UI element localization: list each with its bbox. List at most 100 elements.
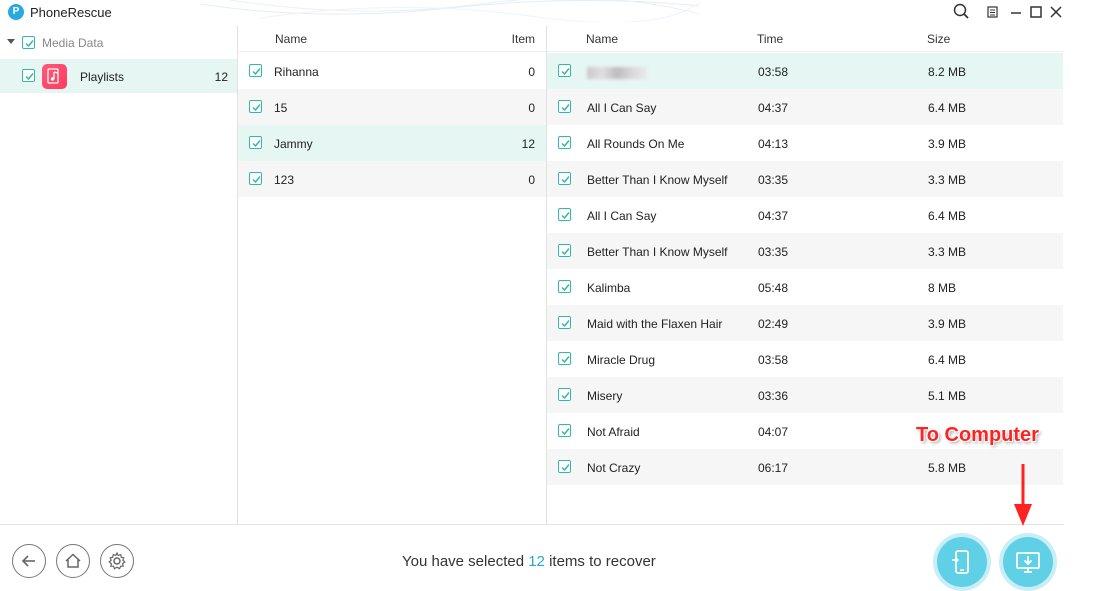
back-button[interactable] xyxy=(12,544,46,578)
song-size: 3.3 MB xyxy=(928,173,967,187)
table-row[interactable]: Kalimba 05:48 8 MB xyxy=(547,269,1063,305)
list-item[interactable]: 123 0 xyxy=(238,161,546,197)
table-row[interactable]: 03:58 8.2 MB xyxy=(547,53,1063,89)
tree-item-media-data[interactable]: Media Data xyxy=(0,26,237,60)
gear-icon xyxy=(108,551,126,570)
song-name: Misery xyxy=(587,389,623,403)
song-time: 05:48 xyxy=(758,281,789,295)
song-time: 03:35 xyxy=(758,173,789,187)
column-header-size[interactable]: Size xyxy=(927,32,950,46)
playlist-name: 15 xyxy=(274,101,288,115)
column-header-time[interactable]: Time xyxy=(757,32,783,46)
row-checkbox[interactable] xyxy=(558,352,571,365)
recover-to-computer-button[interactable] xyxy=(1003,537,1053,587)
song-size: 3.3 MB xyxy=(928,245,967,259)
to-computer-annotation: To Computer xyxy=(916,424,1039,446)
song-time: 06:17 xyxy=(758,461,789,475)
arrow-left-icon xyxy=(21,555,35,567)
song-name xyxy=(587,65,647,79)
song-name: Not Crazy xyxy=(587,461,641,475)
home-button[interactable] xyxy=(56,544,90,578)
table-row[interactable]: Better Than I Know Myself 03:35 3.3 MB xyxy=(547,161,1063,197)
song-time: 03:36 xyxy=(758,389,789,403)
playlists-header: Name Item xyxy=(238,26,546,52)
list-item[interactable]: Rihanna 0 xyxy=(238,53,546,89)
song-time: 03:58 xyxy=(758,65,789,79)
row-checkbox[interactable] xyxy=(558,100,571,113)
list-item[interactable]: 15 0 xyxy=(238,89,546,125)
selection-status: You have selected 12 items to recover xyxy=(402,553,656,570)
list-item[interactable]: Jammy 12 xyxy=(238,125,546,161)
table-row[interactable]: Misery 03:36 5.1 MB xyxy=(547,377,1063,413)
song-time: 02:49 xyxy=(758,317,789,331)
songs-header: Name Time Size xyxy=(547,26,1064,52)
song-name: Better Than I Know Myself xyxy=(587,245,728,259)
playlists-checkbox[interactable] xyxy=(22,69,35,82)
sidebar-item-count: 12 xyxy=(214,70,228,84)
row-checkbox[interactable] xyxy=(558,244,571,257)
song-time: 04:07 xyxy=(758,425,789,439)
row-checkbox[interactable] xyxy=(558,280,571,293)
song-size: 5.1 MB xyxy=(928,389,967,403)
table-row[interactable]: Better Than I Know Myself 03:35 3.3 MB xyxy=(547,233,1063,269)
playlist-item-count: 0 xyxy=(528,101,535,115)
table-row[interactable]: All I Can Say 04:37 6.4 MB xyxy=(547,197,1063,233)
close-icon[interactable] xyxy=(1047,2,1067,22)
tree-item-label: Media Data xyxy=(42,36,104,50)
song-name: Better Than I Know Myself xyxy=(587,173,728,187)
song-size: 8 MB xyxy=(928,281,957,295)
column-header-name[interactable]: Name xyxy=(586,32,618,46)
title-bar: P PhoneRescue xyxy=(0,0,1064,26)
blurred-song-name xyxy=(587,66,647,79)
media-data-checkbox[interactable] xyxy=(22,36,35,49)
status-count: 12 xyxy=(528,553,545,570)
search-icon[interactable] xyxy=(952,2,972,22)
caret-down-icon[interactable] xyxy=(7,39,15,44)
row-checkbox[interactable] xyxy=(558,388,571,401)
recover-to-device-button[interactable] xyxy=(937,537,987,587)
song-time: 04:37 xyxy=(758,101,789,115)
songs-panel: Name Time Size 03:58 8.2 MB All I Can Sa… xyxy=(547,26,1064,524)
menu-icon[interactable] xyxy=(985,2,1005,22)
song-size: 3.9 MB xyxy=(928,137,967,151)
sidebar-item-playlists[interactable]: Playlists 12 xyxy=(0,59,237,93)
row-checkbox[interactable] xyxy=(558,316,571,329)
annotation-arrow-icon xyxy=(1014,464,1032,526)
song-size: 6.4 MB xyxy=(928,209,967,223)
song-size: 5.8 MB xyxy=(928,461,967,475)
song-time: 04:13 xyxy=(758,137,789,151)
settings-button[interactable] xyxy=(100,544,134,578)
song-name: All Rounds On Me xyxy=(587,137,685,151)
row-checkbox[interactable] xyxy=(558,172,571,185)
phone-transfer-icon xyxy=(952,550,969,574)
table-row[interactable]: Not Crazy 06:17 5.8 MB xyxy=(547,449,1063,485)
row-checkbox[interactable] xyxy=(558,136,571,149)
song-size: 6.4 MB xyxy=(928,353,967,367)
song-name: Maid with the Flaxen Hair xyxy=(587,317,723,331)
download-to-computer-icon xyxy=(1016,552,1040,573)
table-row[interactable]: All I Can Say 04:37 6.4 MB xyxy=(547,89,1063,125)
maximize-icon[interactable] xyxy=(1027,2,1047,22)
row-checkbox[interactable] xyxy=(249,64,262,77)
row-checkbox[interactable] xyxy=(558,424,571,437)
row-checkbox[interactable] xyxy=(558,208,571,221)
playlists-panel: Name Item Rihanna 0 15 0 Jammy 12 123 0 xyxy=(238,26,547,524)
row-checkbox[interactable] xyxy=(558,460,571,473)
song-size: 6.4 MB xyxy=(928,101,967,115)
row-checkbox[interactable] xyxy=(558,64,571,77)
category-sidebar: Media Data Playlists 12 xyxy=(0,26,238,524)
row-checkbox[interactable] xyxy=(249,136,262,149)
column-header-item[interactable]: Item xyxy=(512,32,535,46)
row-checkbox[interactable] xyxy=(249,100,262,113)
song-size: 3.9 MB xyxy=(928,317,967,331)
column-header-name[interactable]: Name xyxy=(275,32,307,46)
song-time: 03:35 xyxy=(758,245,789,259)
minimize-icon[interactable] xyxy=(1007,2,1027,22)
table-row[interactable]: Miracle Drug 03:58 6.4 MB xyxy=(547,341,1063,377)
table-row[interactable]: All Rounds On Me 04:13 3.9 MB xyxy=(547,125,1063,161)
table-row[interactable]: Maid with the Flaxen Hair 02:49 3.9 MB xyxy=(547,305,1063,341)
title-decoration xyxy=(200,0,700,22)
playlist-item-count: 12 xyxy=(521,137,535,151)
row-checkbox[interactable] xyxy=(249,172,262,185)
song-name: All I Can Say xyxy=(587,209,657,223)
